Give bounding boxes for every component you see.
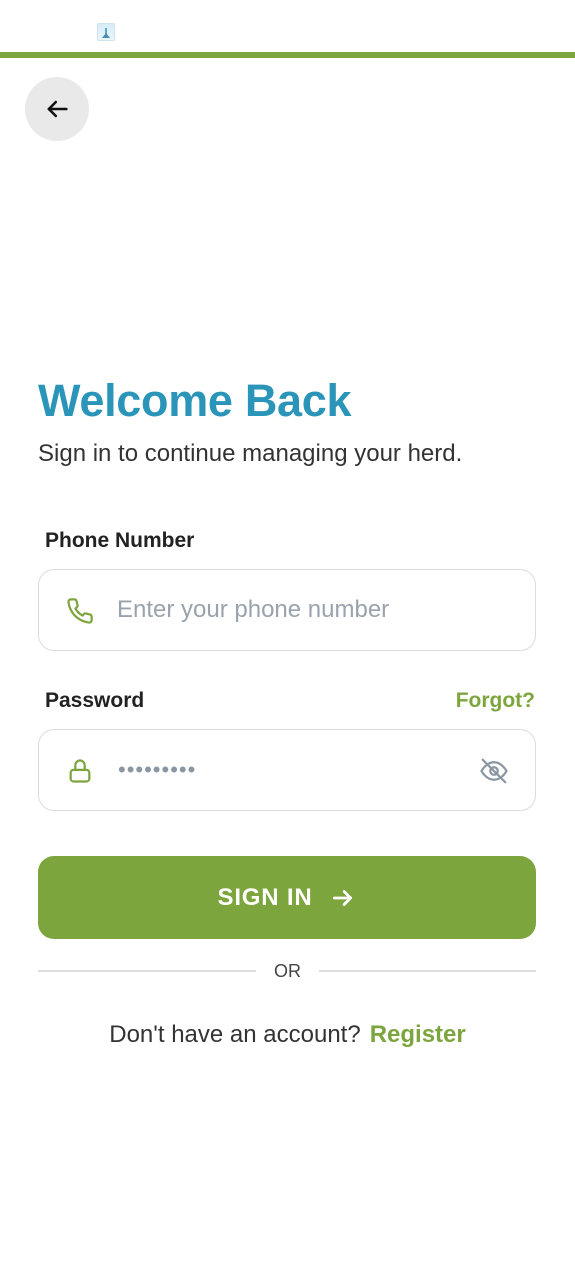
sign-in-button[interactable]: SIGN IN <box>38 856 536 939</box>
arrow-left-icon <box>47 100 68 118</box>
password-input[interactable]: ••••••••• <box>118 756 196 784</box>
phone-number-field[interactable] <box>38 569 536 651</box>
password-field[interactable]: ••••••••• <box>38 729 536 811</box>
eye-off-icon[interactable] <box>479 756 509 786</box>
arrow-right-icon <box>333 889 353 906</box>
lock-icon <box>69 759 91 783</box>
divider-or-text: OR <box>274 961 301 981</box>
back-button[interactable] <box>25 77 89 141</box>
register-prompt-text: Don't have an account? <box>109 1021 361 1048</box>
phone-number-input[interactable] <box>117 585 487 635</box>
divider-line-left <box>38 970 256 972</box>
register-prompt-row: Don't have an account? Register <box>0 1018 575 1052</box>
password-label: Password <box>45 689 145 712</box>
page-subtitle: Sign in to continue managing your herd. <box>38 440 463 467</box>
forgot-password-link[interactable]: Forgot? <box>456 688 535 714</box>
top-accent-bar <box>0 52 575 58</box>
sign-in-label: SIGN IN <box>217 883 313 911</box>
phone-number-label: Phone Number <box>45 529 195 552</box>
divider-line-right <box>319 970 536 972</box>
phone-icon <box>67 598 93 624</box>
page-title: Welcome Back <box>38 375 352 426</box>
register-link[interactable]: Register <box>370 1021 466 1048</box>
broken-image-icon <box>97 23 115 41</box>
